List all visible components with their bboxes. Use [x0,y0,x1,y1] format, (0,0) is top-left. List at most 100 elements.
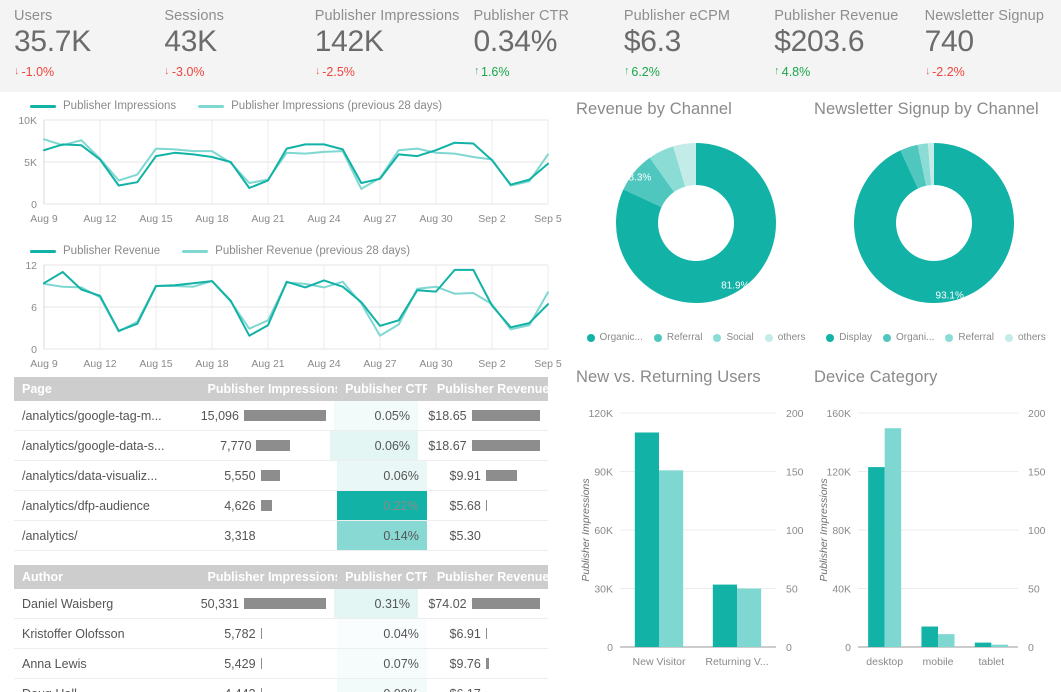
kpi-card-sessions[interactable]: Sessions43K↓-3.0% [150,0,300,92]
donut-slice-label: 93.1% [936,290,964,301]
column-header-imp[interactable]: Publisher Impressions▼ [200,570,338,584]
y-axis-tick: 5K [24,157,37,169]
column-header-ctr[interactable]: Publisher CTR [337,570,427,584]
cell-ctr-value: 0.14% [383,529,418,543]
kpi-delta-text: 6.2% [631,65,660,79]
legend-item[interactable]: Social [713,332,753,343]
cell-impressions-value: 5,429 [208,657,256,671]
column-header-imp[interactable]: Publisher Impressions▼ [200,382,338,396]
y-axis-tick: 60K [594,525,613,537]
page-table[interactable]: Page Publisher Impressions▼Publisher CTRP… [14,377,548,551]
secondary-y-axis-tick: 150 [786,467,804,479]
table-row[interactable]: Anna Lewis5,4290.07%$9.76 [14,649,548,679]
bar[interactable] [659,470,683,647]
legend-item[interactable]: Publisher Revenue (previous 28 days) [182,245,410,257]
kpi-delta: ↓-2.2% [925,65,1061,79]
revenue-timeseries-chart[interactable]: 0612Aug 9Aug 12Aug 15Aug 18Aug 21Aug 24A… [0,257,562,375]
column-header-ctr[interactable]: Publisher CTR [337,382,427,396]
kpi-card-users[interactable]: Users35.7K↓-1.0% [0,0,150,92]
device-category-panel: Device Category 0040K5080K100120K150160K… [814,368,1058,682]
bar[interactable] [938,634,955,647]
legend-item[interactable]: others [1005,332,1046,343]
revenue-by-channel-donut[interactable]: 81.9%8.3% [576,119,816,332]
bar[interactable] [921,627,938,647]
kpi-value: 0.34% [474,25,610,60]
x-axis-tick: Aug 21 [251,358,284,370]
x-axis-tick: Aug 15 [139,358,172,370]
cell-revenue-value: $5.68 [437,499,481,513]
legend-dot-icon [654,334,662,342]
cell-ctr-value: 0.31% [375,597,410,611]
table-row[interactable]: Daniel Waisberg50,3310.31%$74.02 [14,589,548,619]
kpi-card-publisher-ctr[interactable]: Publisher CTR0.34%↑1.6% [460,0,610,92]
legend-label: Referral [958,332,994,343]
legend-label: Publisher Impressions (previous 28 days) [231,100,442,112]
column-header-dim[interactable]: Author [14,570,200,584]
table-row[interactable]: /analytics/data-visualiz...5,5500.06%$9.… [14,461,548,491]
device-category-chart[interactable]: 0040K5080K100120K150160K200Publisher Imp… [814,387,1058,682]
legend-dot-icon [1005,334,1013,342]
kpi-card-publisher-impressions[interactable]: Publisher Impressions142K↓-2.5% [301,0,460,92]
table-row[interactable]: Kristoffer Olofsson5,7820.04%$6.91 [14,619,548,649]
cell-ctr-value: 0.22% [383,499,418,513]
cell-dimension: Kristoffer Olofsson [14,619,200,648]
newsletter-signup-by-channel-donut[interactable]: 93.1% [814,119,1058,332]
y-axis-tick: 10K [18,115,37,127]
legend-line-icon [182,250,208,253]
column-header-label: Publisher Impressions [208,382,338,396]
column-header-label: Page [22,382,52,396]
bar[interactable] [737,589,761,648]
x-axis-tick: Aug 18 [195,213,228,225]
table-row[interactable]: /analytics/dfp-audience4,6260.22%$5.68 [14,491,548,521]
legend-item[interactable]: others [765,332,806,343]
kpi-card-publisher-ecpm[interactable]: Publisher eCPM$6.3↑6.2% [610,0,760,92]
bar[interactable] [868,467,885,647]
kpi-card-newsletter-signup[interactable]: Newsletter Signup740↓-2.2% [911,0,1061,92]
kpi-label: Publisher eCPM [624,8,760,24]
x-axis-tick: Aug 24 [307,358,340,370]
column-header-rev[interactable]: Publisher Revenue [427,382,548,396]
kpi-delta-text: 4.8% [782,65,811,79]
y-axis-tick: 0 [31,344,37,356]
revenue-legend: Publisher Revenue Publisher Revenue (prev… [0,237,562,257]
x-axis-tick: Aug 15 [139,213,172,225]
bar[interactable] [991,645,1008,647]
impressions-timeseries-chart[interactable]: 05K10KAug 9Aug 12Aug 15Aug 18Aug 21Aug 2… [0,112,562,230]
bar[interactable] [975,643,992,647]
table-row[interactable]: Doug Hall4,4430.09%$6.17 [14,679,548,692]
column-header-dim[interactable]: Page [14,382,200,396]
legend-dot-icon [826,334,834,342]
y-axis-title: Publisher Impressions [818,478,830,582]
revenue-by-channel-legend[interactable]: Organic... Referral Social others [576,332,816,343]
author-table[interactable]: AuthorPublisher Impressions▼Publisher CT… [14,565,548,692]
cell-revenue: $5.68 [427,491,548,520]
bar[interactable] [635,433,659,648]
cell-impressions: 4,443 [200,679,338,692]
legend-item[interactable]: Publisher Impressions (previous 28 days) [198,100,442,112]
legend-item[interactable]: Display [826,332,872,343]
newsletter-signup-by-channel-legend[interactable]: Display Organi... Referral others [814,332,1058,343]
legend-item[interactable]: Organi... [883,332,934,343]
x-axis-tick: Aug 12 [83,358,116,370]
table-row[interactable]: /analytics/3,3180.14%$5.30 [14,521,548,551]
new-vs-returning-users-chart[interactable]: 0030K5060K10090K150120K200Publisher Impr… [576,387,816,682]
kpi-card-publisher-revenue[interactable]: Publisher Revenue$203.6↑4.8% [760,0,910,92]
legend-item[interactable]: Referral [945,332,994,343]
bar[interactable] [885,428,902,647]
table-row[interactable]: /analytics/google-tag-m...15,0960.05%$18… [14,401,548,431]
bar[interactable] [713,585,737,647]
legend-item[interactable]: Referral [654,332,703,343]
right-column: Revenue by Channel 81.9%8.3% Organic...R… [562,92,1061,692]
y-axis-tick: 120K [826,467,851,479]
legend-item[interactable]: Publisher Revenue [30,245,160,257]
cell-ctr: 0.14% [337,521,427,550]
cell-impressions: 7,770 [195,431,330,460]
column-header-rev[interactable]: Publisher Revenue [427,570,548,584]
cell-impressions: 15,096 [186,401,334,430]
legend-item[interactable]: Organic... [587,332,643,343]
legend-item[interactable]: Publisher Impressions [30,100,176,112]
table-row[interactable]: /analytics/google-data-s...7,7700.06%$18… [14,431,548,461]
cell-dimension: Doug Hall [14,679,200,692]
secondary-y-axis-tick: 100 [1028,525,1046,537]
kpi-value: $6.3 [624,25,760,60]
